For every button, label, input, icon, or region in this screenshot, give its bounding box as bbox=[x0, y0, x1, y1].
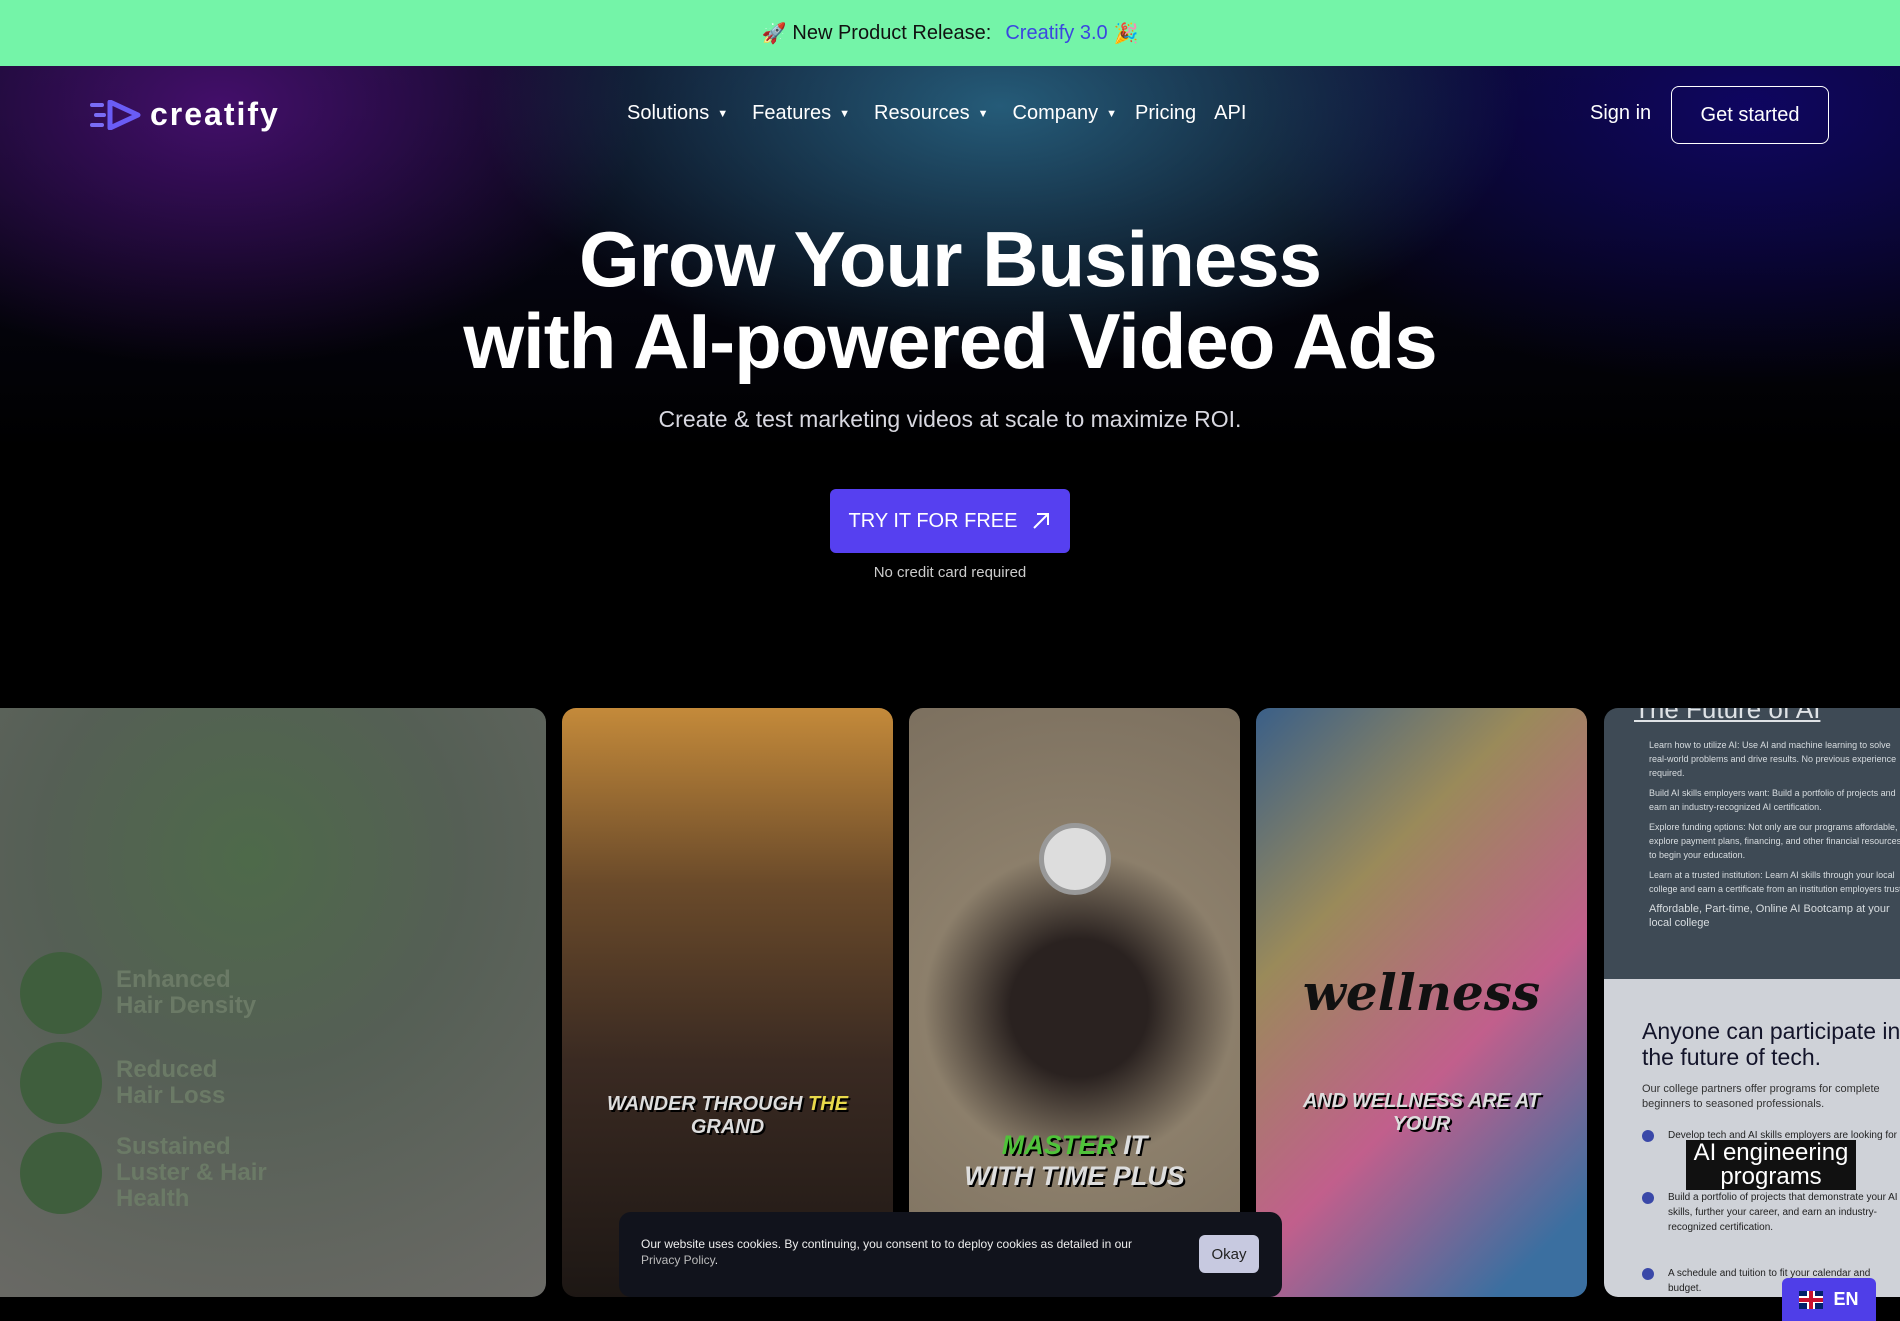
card-header: The Future of AI bbox=[1634, 708, 1821, 724]
hair-follicle-icon bbox=[20, 1132, 102, 1214]
caret-down-icon: ▼ bbox=[977, 107, 989, 120]
language-switcher[interactable]: EN bbox=[1782, 1278, 1876, 1321]
video-caption: WANDER THROUGH THE GRAND bbox=[562, 1093, 893, 1139]
check-circle-icon bbox=[1642, 1192, 1654, 1204]
hair-follicle-icon bbox=[20, 952, 102, 1034]
uk-flag-icon bbox=[1799, 1290, 1824, 1309]
bullet: Learn at a trusted institution: Learn AI… bbox=[1649, 870, 1900, 894]
bullet: Explore funding options: Not only are ou… bbox=[1649, 822, 1900, 860]
try-it-free-button[interactable]: TRY IT FOR FREE bbox=[830, 489, 1070, 553]
stopwatch-icon bbox=[1039, 823, 1111, 895]
video-caption: MASTER IT WITH TIME PLUS bbox=[909, 1130, 1240, 1192]
nav-pricing[interactable]: Pricing bbox=[1135, 102, 1196, 125]
sign-in-link[interactable]: Sign in bbox=[1590, 102, 1651, 125]
nav-features[interactable]: Features ▼ bbox=[752, 102, 850, 125]
feature-label: Reduced Hair Loss bbox=[116, 1056, 226, 1109]
video-title: wellness bbox=[1302, 963, 1541, 1022]
video-card-hair[interactable]: Enhanced Hair Density Reduced Hair Loss … bbox=[0, 708, 546, 1297]
caption-part: THE bbox=[808, 1093, 849, 1115]
cookie-banner: Our website uses cookies. By continuing,… bbox=[619, 1212, 1282, 1297]
caption-part: MASTER bbox=[1001, 1130, 1116, 1160]
feature-item: Enhanced Hair Density bbox=[20, 952, 276, 1034]
cta-label: TRY IT FOR FREE bbox=[848, 509, 1018, 532]
nav-company[interactable]: Company ▼ bbox=[1013, 102, 1118, 125]
caret-down-icon: ▼ bbox=[1106, 107, 1117, 120]
logo[interactable]: creatify bbox=[90, 96, 280, 133]
party-popper-icon: 🎉 bbox=[1113, 22, 1139, 45]
video-card-wellness[interactable]: wellness AND WELLNESS ARE AT YOUR bbox=[1256, 708, 1587, 1297]
privacy-policy-link[interactable]: Privacy Policy bbox=[641, 1253, 715, 1267]
tagline: Affordable, Part-time, Online AI Bootcam… bbox=[1649, 903, 1890, 929]
hero-background bbox=[0, 66, 1900, 706]
nav-label: Company bbox=[1012, 102, 1099, 124]
video-caption: AND WELLNESS ARE AT YOUR bbox=[1302, 1090, 1541, 1135]
caption-part: GRAND bbox=[690, 1116, 765, 1138]
check-circle-icon bbox=[1642, 1268, 1654, 1280]
feature-item: Reduced Hair Loss bbox=[20, 1042, 236, 1124]
hero-title: Grow Your Business with AI-powered Video … bbox=[0, 218, 1900, 382]
nav-resources[interactable]: Resources ▼ bbox=[874, 102, 989, 125]
subtitle-overlay: AI engineering programs bbox=[1686, 1140, 1856, 1190]
main-nav: Solutions ▼ Features ▼ Resources ▼ Company ▼… bbox=[627, 102, 1246, 125]
caret-down-icon: ▼ bbox=[839, 107, 850, 120]
check-item: Build a portfolio of projects that demon… bbox=[1668, 1192, 1898, 1233]
nav-solutions[interactable]: Solutions ▼ bbox=[627, 102, 728, 125]
hero-title-line1: Grow Your Business bbox=[579, 215, 1322, 303]
nav-label: Features bbox=[752, 102, 832, 124]
nav-label: Resources bbox=[874, 102, 970, 124]
caption-part: WANDER THROUGH bbox=[606, 1093, 803, 1115]
feature-label: Sustained Luster & Hair Health bbox=[116, 1133, 267, 1212]
bullet: Build AI skills employers want: Build a … bbox=[1649, 788, 1896, 812]
feature-label: Enhanced Hair Density bbox=[116, 966, 257, 1019]
rocket-icon: 🚀 bbox=[761, 22, 787, 45]
hair-follicle-icon bbox=[20, 1042, 102, 1124]
video-card-ai-college[interactable]: The Future of AI Learn how to utilize AI… bbox=[1604, 708, 1900, 1297]
cookie-period: . bbox=[714, 1253, 719, 1267]
banner-text: New Product Release: bbox=[792, 21, 992, 44]
arrow-up-right-icon bbox=[1033, 513, 1050, 529]
card-paragraph: Our college partners offer programs for … bbox=[1642, 1083, 1880, 1110]
cookie-text: Our website uses cookies. By continuing,… bbox=[641, 1236, 1161, 1268]
bullet: Learn how to utilize AI: Use AI and mach… bbox=[1649, 740, 1897, 778]
feature-item: Sustained Luster & Hair Health bbox=[20, 1132, 296, 1214]
video-card-cathedral[interactable]: WANDER THROUGH THE GRAND bbox=[562, 708, 893, 1297]
caption-part: WITH TIME PLUS bbox=[964, 1161, 1185, 1191]
get-started-button[interactable]: Get started bbox=[1671, 86, 1829, 144]
check-circle-icon bbox=[1642, 1130, 1654, 1142]
announcement-banner: 🚀 New Product Release: Creatify 3.0 🎉 bbox=[0, 0, 1900, 66]
logo-icon bbox=[90, 99, 141, 130]
banner-link[interactable]: Creatify 3.0 bbox=[1005, 22, 1107, 45]
card-heading: Anyone can participate in the future of … bbox=[1642, 1018, 1900, 1070]
cookie-okay-button[interactable]: Okay bbox=[1199, 1235, 1259, 1273]
hero-title-line2: with AI-powered Video Ads bbox=[463, 297, 1437, 385]
bullet-list: Learn how to utilize AI: Use AI and mach… bbox=[1649, 738, 1900, 936]
nav-api[interactable]: API bbox=[1214, 102, 1246, 125]
nav-label: Solutions bbox=[627, 102, 710, 124]
hero-subtitle: Create & test marketing videos at scale … bbox=[658, 406, 1242, 432]
cookie-message: Our website uses cookies. By continuing,… bbox=[641, 1237, 1132, 1251]
video-card-presenter[interactable]: MASTER IT WITH TIME PLUS bbox=[909, 708, 1240, 1297]
language-code: EN bbox=[1833, 1289, 1859, 1309]
caret-down-icon: ▼ bbox=[717, 107, 729, 120]
caption-part: IT bbox=[1123, 1130, 1148, 1160]
logo-text: creatify bbox=[150, 96, 280, 132]
no-credit-card-note: No credit card required bbox=[873, 564, 1027, 581]
